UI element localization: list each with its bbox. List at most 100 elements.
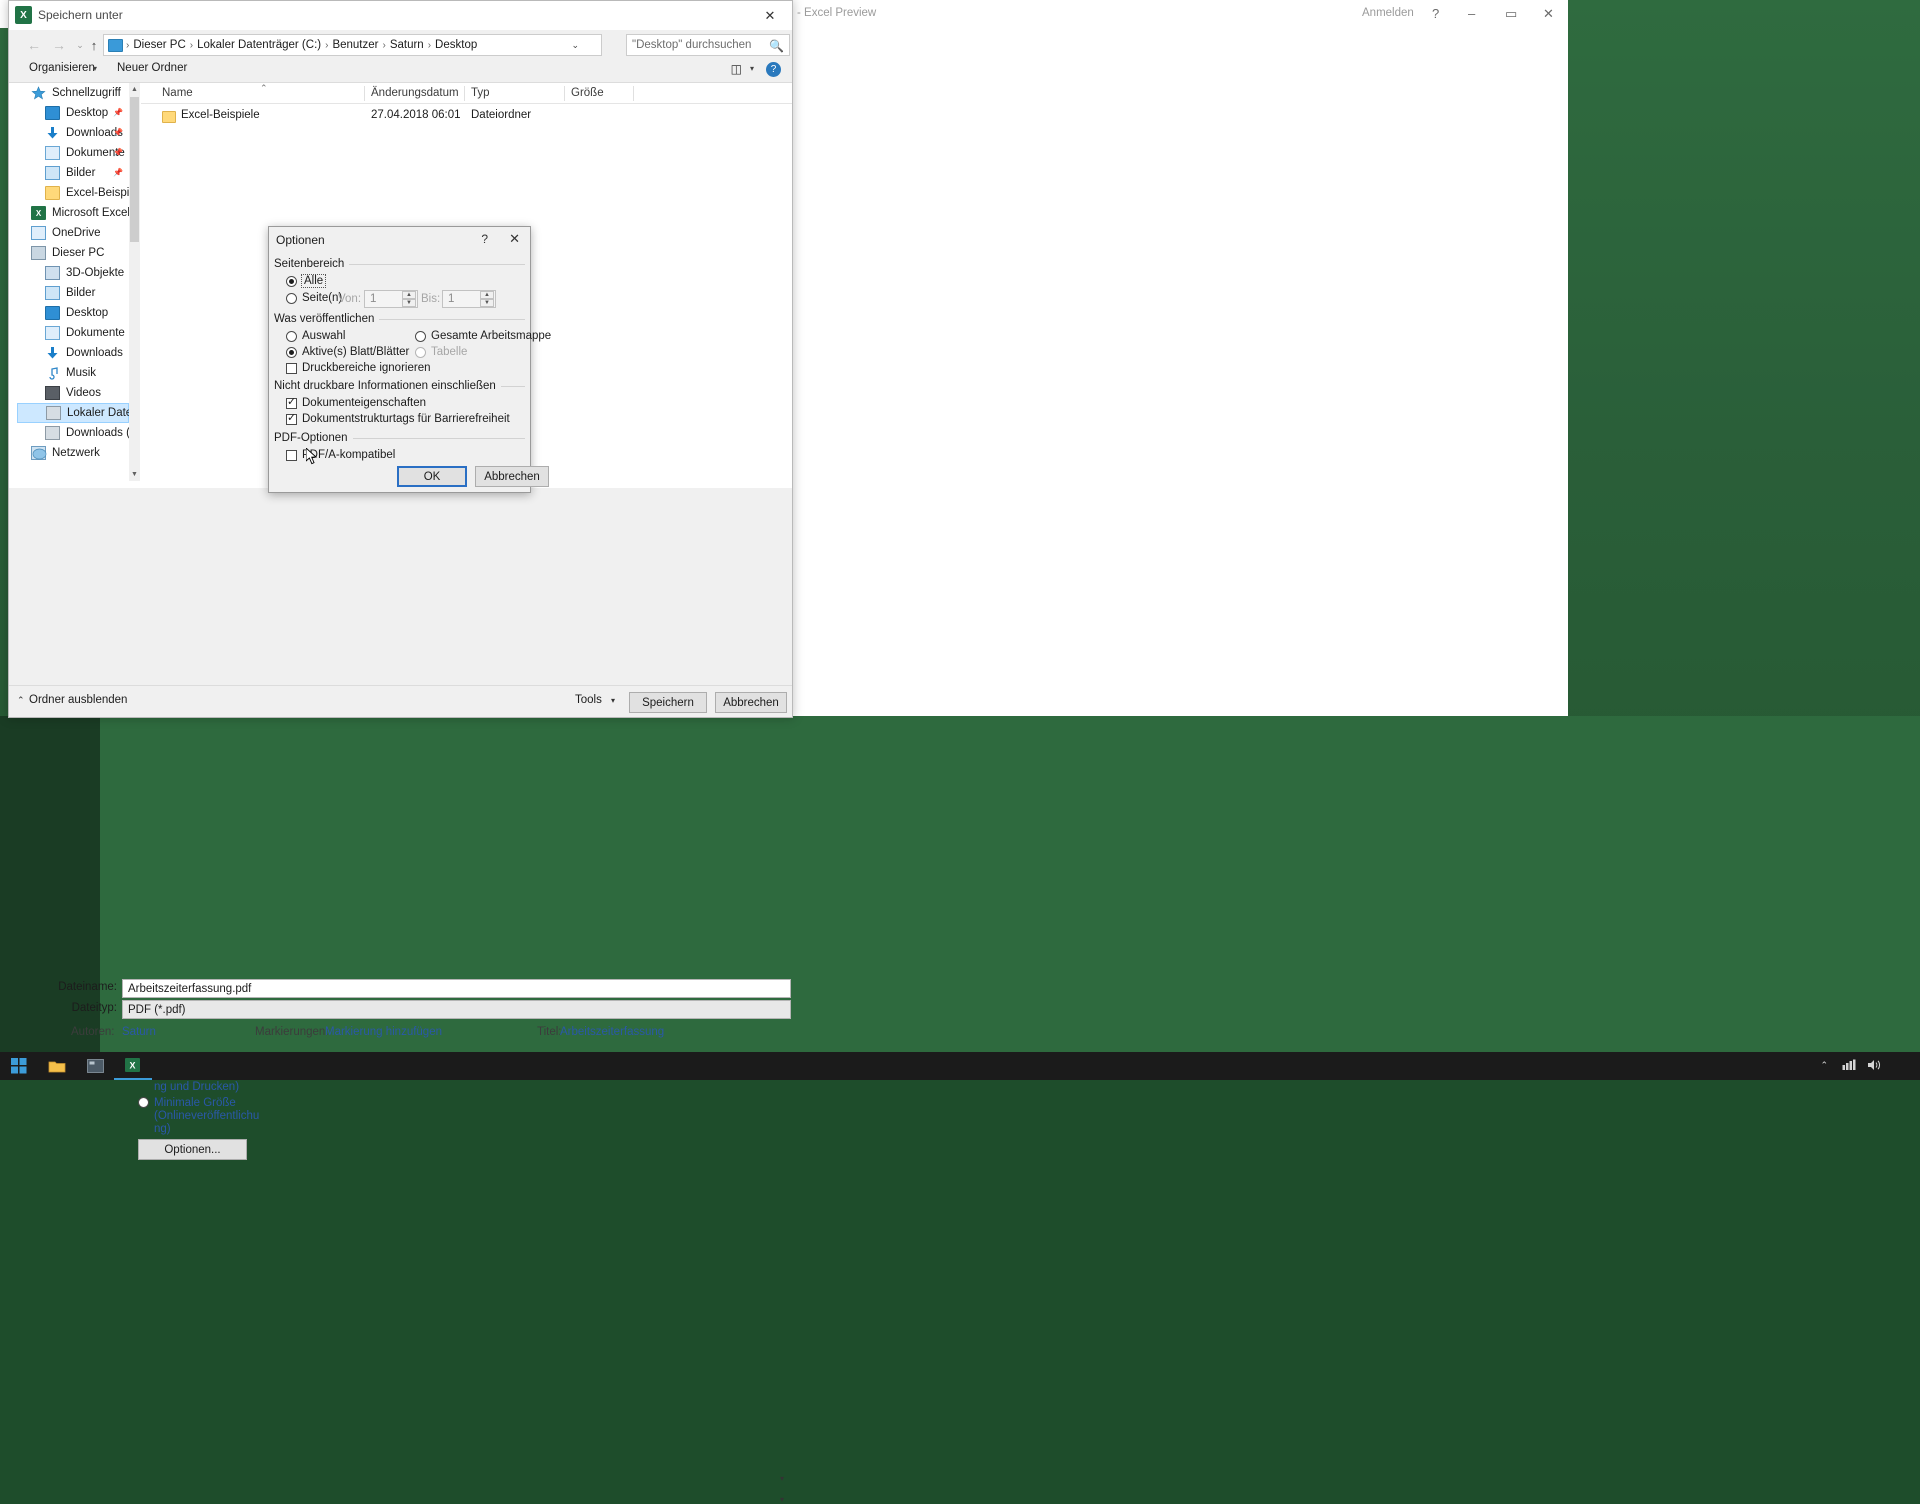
radio-icon[interactable] [286, 330, 297, 342]
search-icon[interactable]: 🔍 [769, 39, 784, 53]
filetype-select[interactable]: PDF (*.pdf) [122, 1000, 791, 1019]
excel-signin-link[interactable]: Anmelden [1362, 7, 1414, 19]
excel-icon[interactable]: X [114, 1052, 152, 1080]
pin-icon[interactable]: 📌 [113, 108, 123, 117]
speaker-icon[interactable] [1867, 1059, 1882, 1074]
excel-close-icon[interactable]: ✕ [1543, 7, 1554, 20]
checkbox-document-properties[interactable]: Dokumenteigenschaften [286, 396, 426, 409]
radio-icon[interactable] [415, 330, 426, 342]
sidebar-item-netzwerk[interactable]: Netzwerk [17, 443, 129, 463]
up-icon[interactable]: ↑ [83, 34, 105, 56]
organize-button[interactable]: Organisieren [29, 62, 95, 74]
checkbox-structure-tags[interactable]: Dokumentstrukturtags für Barrierefreihei… [286, 412, 510, 425]
list-view-icon[interactable]: ◫ [731, 62, 742, 76]
radio-selection[interactable]: Auswahl [286, 330, 345, 342]
pin-icon[interactable]: 📌 [113, 148, 123, 157]
column-divider[interactable] [564, 86, 565, 101]
radio-all[interactable]: Alle [286, 274, 327, 288]
table-row[interactable]: Excel-Beispiele 27.04.2018 06:01 Dateior… [141, 107, 792, 129]
excel-help-icon[interactable]: ? [1432, 7, 1439, 20]
column-header-type[interactable]: Typ [471, 87, 490, 99]
column-divider[interactable] [364, 86, 365, 101]
radio-icon[interactable] [138, 1097, 149, 1108]
pin-icon[interactable]: 📌 [113, 128, 123, 137]
sidebar-item-downloads[interactable]: Downloads [17, 343, 129, 363]
save-button[interactable]: Speichern [629, 692, 707, 713]
show-hidden-icons-icon[interactable]: ⌃ [1820, 1060, 1828, 1071]
new-folder-button[interactable]: Neuer Ordner [117, 62, 187, 74]
radio-icon[interactable] [286, 292, 297, 304]
options-button[interactable]: Optionen... [138, 1139, 247, 1160]
scrollbar-thumb[interactable] [130, 97, 139, 242]
radio-active-sheets[interactable]: Aktive(s) Blatt/Blätter [286, 346, 409, 358]
sidebar-item-dokumente[interactable]: Dokumente 📌 [17, 143, 129, 163]
checkbox-ignore-print-areas[interactable]: Druckbereiche ignorieren [286, 362, 430, 374]
file-explorer-icon[interactable] [38, 1052, 76, 1080]
column-header-name[interactable]: Name [162, 87, 193, 99]
optimize-option-minimal[interactable]: Minimale Größe (Onlineveröffentlichu ng) [138, 1097, 259, 1136]
sidebar-item-excel-beispiele[interactable]: Excel-Beispiele [17, 183, 129, 203]
options-cancel-button[interactable]: Abbrechen [475, 466, 549, 487]
chevron-down-icon[interactable]: ▾ [750, 64, 754, 73]
help-icon[interactable]: ? [481, 232, 488, 246]
scroll-down-icon[interactable]: ▼ [129, 468, 140, 481]
title-value[interactable]: Arbeitszeiterfassung [560, 1026, 664, 1038]
excel-restore-icon[interactable]: ▭ [1505, 7, 1517, 20]
checkbox-pdfa-compatible[interactable]: PDF/A-kompatibel [286, 449, 395, 461]
column-header-date[interactable]: Änderungsdatum [371, 87, 459, 99]
close-icon[interactable]: ✕ [509, 231, 520, 247]
sidebar-item-bilder[interactable]: Bilder 📌 [17, 163, 129, 183]
radio-pages[interactable]: Seite(n) [286, 292, 342, 304]
windows-start-icon[interactable] [0, 1052, 38, 1080]
column-header-size[interactable]: Größe [571, 87, 604, 99]
breadcrumb-segment-0[interactable]: Dieser PC [130, 39, 188, 51]
sidebar-item-onedrive[interactable]: OneDrive [17, 223, 129, 243]
excel-minimize-icon[interactable]: – [1468, 7, 1475, 20]
spinner-down-icon[interactable]: ▼ [402, 299, 416, 307]
checkbox-icon[interactable] [286, 362, 297, 374]
chevron-down-icon[interactable]: ▾ [93, 64, 97, 73]
breadcrumb[interactable]: › Dieser PC › Lokaler Datenträger (C:) ›… [103, 34, 602, 56]
sidebar-item-bilder[interactable]: Bilder [17, 283, 129, 303]
scroll-up-icon[interactable]: ▲ [129, 83, 140, 96]
sidebar-item-downloads-vb[interactable]: Downloads (\\vb [17, 423, 129, 443]
from-spinner[interactable]: 1 ▲ ▼ [364, 290, 418, 308]
column-divider[interactable] [464, 86, 465, 101]
back-icon[interactable]: ← [23, 34, 45, 56]
spinner-down-icon[interactable]: ▼ [480, 299, 494, 307]
sidebar-item-videos[interactable]: Videos [17, 383, 129, 403]
column-divider[interactable] [633, 86, 634, 101]
sidebar-item-musik[interactable]: Musik [17, 363, 129, 383]
sidebar-item-desktop[interactable]: Desktop 📌 [17, 103, 129, 123]
filename-input[interactable]: Arbeitszeiterfassung.pdf [122, 979, 791, 998]
hide-folders-button[interactable]: Ordner ausblenden [29, 694, 127, 706]
cancel-button[interactable]: Abbrechen [715, 692, 787, 713]
authors-value[interactable]: Saturn [122, 1026, 156, 1038]
checkbox-icon[interactable] [286, 396, 297, 409]
search-input[interactable]: "Desktop" durchsuchen 🔍 [626, 34, 790, 56]
help-icon[interactable]: ? [766, 62, 781, 77]
chevron-down-icon[interactable]: ▾ [780, 1474, 784, 1483]
sidebar-item-dokumente[interactable]: Dokumente [17, 323, 129, 343]
sidebar-item-schnellzugriff[interactable]: Schnellzugriff [17, 83, 129, 103]
breadcrumb-segment-3[interactable]: Saturn [387, 39, 427, 51]
file-name-cell[interactable]: Excel-Beispiele [181, 109, 260, 121]
close-icon[interactable]: ✕ [748, 1, 792, 30]
network-tray-icon[interactable] [1842, 1059, 1856, 1074]
sidebar-item-desktop[interactable]: Desktop [17, 303, 129, 323]
ok-button[interactable]: OK [397, 466, 467, 487]
chevron-down-icon[interactable]: ▾ [611, 696, 615, 705]
sidebar-scrollbar[interactable]: ▲ ▼ [129, 83, 140, 481]
radio-entire-workbook[interactable]: Gesamte Arbeitsmappe [415, 330, 551, 342]
sidebar-item-downloads[interactable]: Downloads 📌 [17, 123, 129, 143]
radio-icon[interactable] [286, 346, 297, 358]
breadcrumb-segment-1[interactable]: Lokaler Datenträger (C:) [194, 39, 324, 51]
tags-value[interactable]: Markierung hinzufügen [325, 1026, 442, 1038]
sidebar-item-dieser-pc[interactable]: Dieser PC [17, 243, 129, 263]
chevron-down-icon[interactable]: ▾ [780, 1495, 784, 1504]
chevron-down-icon[interactable]: ⌄ [571, 40, 579, 51]
tools-button[interactable]: Tools [575, 694, 602, 706]
from-spinner-buttons[interactable]: ▲ ▼ [402, 291, 416, 307]
to-spinner-buttons[interactable]: ▲ ▼ [480, 291, 494, 307]
spinner-up-icon[interactable]: ▲ [402, 291, 416, 299]
